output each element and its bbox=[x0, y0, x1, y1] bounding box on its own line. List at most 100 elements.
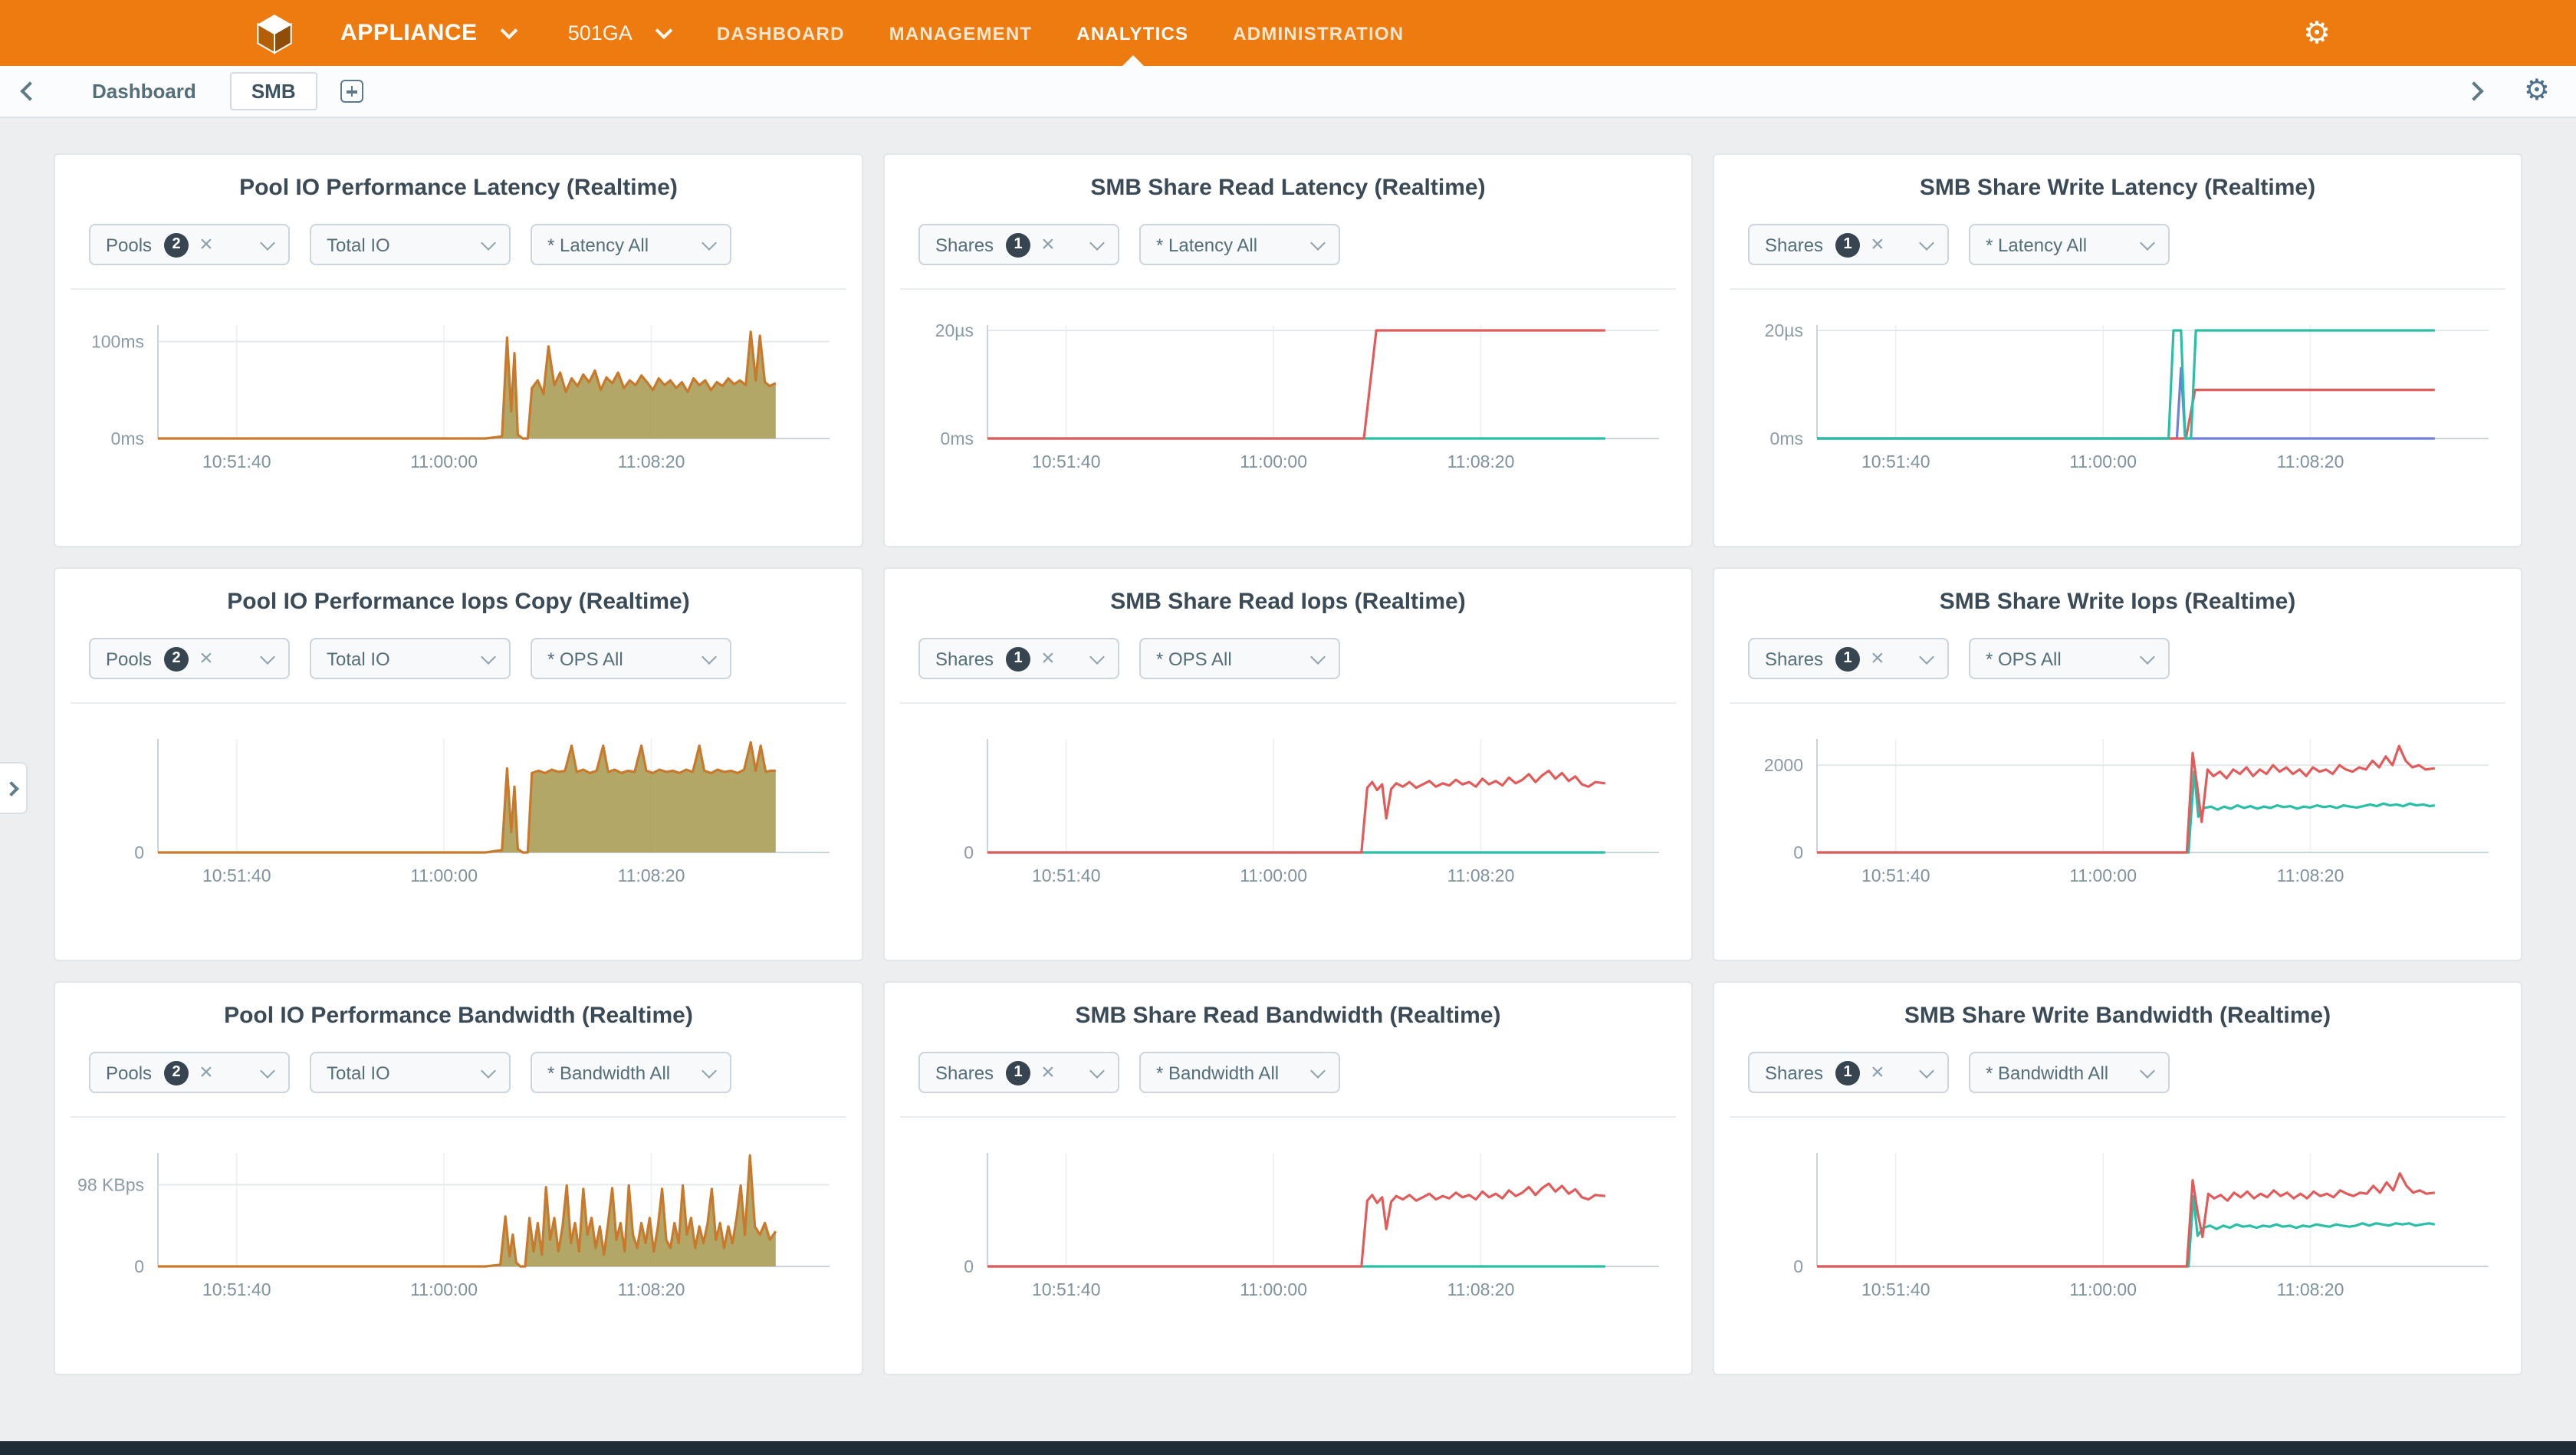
filter-pill[interactable]: * Bandwidth All bbox=[531, 1052, 731, 1093]
card-title: SMB Share Write Latency (Realtime) bbox=[1714, 175, 2521, 201]
nav-item-analytics[interactable]: ANALYTICS bbox=[1076, 0, 1188, 66]
nav-item-management[interactable]: MANAGEMENT bbox=[889, 0, 1033, 66]
axis-label: 11:00:00 bbox=[2069, 865, 2137, 885]
filter-clear-icon[interactable]: × bbox=[1871, 233, 1884, 256]
axis-label: 11:00:00 bbox=[1240, 452, 1307, 471]
tabs-scroll-right-icon[interactable] bbox=[2464, 81, 2483, 100]
app-logo-icon[interactable] bbox=[251, 10, 297, 56]
filter-row: Pools2×Total IO* OPS All bbox=[89, 638, 862, 679]
filter-label: Shares bbox=[1765, 234, 1823, 255]
chevron-down-icon bbox=[656, 21, 673, 39]
filter-pill[interactable]: * OPS All bbox=[1139, 638, 1340, 679]
filter-pill[interactable]: Shares1× bbox=[918, 1052, 1119, 1093]
filter-pill[interactable]: Shares1× bbox=[918, 224, 1119, 265]
axis-label: 11:08:20 bbox=[2277, 865, 2344, 885]
chart-area: 10:51:4011:00:0011:08:2020µs0ms bbox=[899, 310, 1691, 507]
app-window: APPLIANCE 501GA DASHBOARD MANAGEMENT ANA… bbox=[0, 0, 2576, 1455]
filter-clear-icon[interactable]: × bbox=[199, 647, 213, 670]
chevron-down-icon bbox=[1089, 1063, 1105, 1078]
filter-clear-icon[interactable]: × bbox=[199, 233, 213, 256]
chevron-down-icon bbox=[1089, 649, 1105, 664]
axis-label: 10:51:40 bbox=[202, 1279, 271, 1299]
axis-label: 10:51:40 bbox=[1032, 1279, 1101, 1299]
axis-label: 2000 bbox=[1764, 755, 1803, 775]
filter-pill[interactable]: Shares1× bbox=[1748, 1052, 1949, 1093]
filter-clear-icon[interactable]: × bbox=[1871, 1061, 1884, 1084]
axis-label: 20µs bbox=[935, 320, 974, 340]
chart: 10:51:4011:00:0011:08:2020µs0ms bbox=[899, 310, 1677, 500]
tab-bar: Dashboard SMB ⚙ bbox=[0, 66, 2576, 118]
filter-clear-icon[interactable]: × bbox=[1041, 647, 1055, 670]
filter-pill[interactable]: Total IO bbox=[310, 638, 511, 679]
add-tab-icon[interactable] bbox=[340, 80, 363, 103]
axis-label: 0 bbox=[964, 842, 974, 862]
tabs-scroll-left-icon[interactable] bbox=[20, 81, 39, 100]
chart-area: 10:51:4011:00:0011:08:200 bbox=[899, 724, 1691, 921]
filter-pill[interactable]: Shares1× bbox=[1748, 224, 1949, 265]
filter-row: Pools2× Total IO * Latency All bbox=[89, 224, 862, 265]
nav-item-dashboard[interactable]: DASHBOARD bbox=[717, 0, 845, 66]
axis-label: 20µs bbox=[1765, 320, 1803, 340]
chevron-down-icon bbox=[260, 235, 275, 250]
filter-clear-icon[interactable]: × bbox=[1041, 1061, 1055, 1084]
filter-clear-icon[interactable]: × bbox=[1871, 647, 1884, 670]
panel-expander[interactable] bbox=[0, 762, 28, 814]
filter-label: Shares bbox=[935, 1062, 994, 1083]
filter-pill[interactable]: Shares1× bbox=[1748, 638, 1949, 679]
tab-smb[interactable]: SMB bbox=[230, 72, 317, 110]
filter-pill[interactable]: * OPS All bbox=[531, 638, 731, 679]
filter-pill[interactable]: Total IO bbox=[310, 1052, 511, 1093]
filter-pill[interactable]: * OPS All bbox=[1969, 638, 2170, 679]
tab-dashboard[interactable]: Dashboard bbox=[92, 80, 196, 103]
filters-divider bbox=[71, 702, 846, 704]
chart-area: 10:51:4011:00:0011:08:200 bbox=[1728, 1138, 2521, 1335]
axis-label: 11:00:00 bbox=[2069, 452, 2137, 471]
filter-pill[interactable]: * Latency All bbox=[531, 224, 731, 265]
filters-divider bbox=[71, 288, 846, 290]
card-title: SMB Share Read Bandwidth (Realtime) bbox=[885, 1003, 1691, 1029]
appliance-menu[interactable]: APPLIANCE bbox=[340, 20, 516, 46]
filter-pill[interactable]: Total IO bbox=[310, 224, 511, 265]
chart-card: Pool IO Performance Bandwidth (Realtime)… bbox=[54, 981, 863, 1375]
filter-pill[interactable]: Pools2× bbox=[89, 638, 290, 679]
chart: 10:51:4011:00:0011:08:200 bbox=[899, 724, 1677, 914]
filter-clear-icon[interactable]: × bbox=[1041, 233, 1055, 256]
card-title: Pool IO Performance Bandwidth (Realtime) bbox=[55, 1003, 862, 1029]
axis-label: 0ms bbox=[111, 429, 144, 448]
filter-clear-icon[interactable]: × bbox=[199, 1061, 213, 1084]
card-title: SMB Share Read Iops (Realtime) bbox=[885, 589, 1691, 615]
filter-count-badge: 1 bbox=[1835, 1060, 1860, 1085]
status-bar bbox=[0, 1441, 2576, 1455]
filter-label: Pools bbox=[106, 234, 152, 255]
axis-label: 11:08:20 bbox=[1447, 452, 1515, 471]
filter-label: Total IO bbox=[327, 234, 390, 255]
chart-area: 10:51:4011:00:0011:08:2098 KBps0 bbox=[69, 1138, 862, 1335]
filter-label: * Latency All bbox=[1986, 234, 2087, 255]
axis-label: 10:51:40 bbox=[1032, 865, 1101, 885]
card-title: SMB Share Read Latency (Realtime) bbox=[885, 175, 1691, 201]
header-gear-icon[interactable]: ⚙ bbox=[2303, 18, 2331, 48]
filter-pill[interactable]: * Latency All bbox=[1139, 224, 1340, 265]
filter-pill[interactable]: Shares1× bbox=[918, 638, 1119, 679]
tabbar-gear-icon[interactable]: ⚙ bbox=[2524, 77, 2550, 106]
device-menu[interactable]: 501GA bbox=[568, 21, 671, 44]
chevron-right-icon bbox=[3, 780, 18, 796]
axis-label: 0 bbox=[1793, 842, 1803, 862]
axis-label: 11:00:00 bbox=[410, 452, 478, 471]
filter-pill[interactable]: * Bandwidth All bbox=[1139, 1052, 1340, 1093]
axis-label: 11:08:20 bbox=[1447, 865, 1515, 885]
nav-item-administration[interactable]: ADMINISTRATION bbox=[1233, 0, 1404, 66]
filter-label: * Bandwidth All bbox=[1156, 1062, 1279, 1083]
filter-count-badge: 2 bbox=[164, 646, 189, 671]
filter-pill[interactable]: * Bandwidth All bbox=[1969, 1052, 2170, 1093]
filter-pill[interactable]: Pools2× bbox=[89, 224, 290, 265]
axis-label: 0ms bbox=[1770, 429, 1803, 448]
filter-pill[interactable]: * Latency All bbox=[1969, 224, 2170, 265]
chevron-down-icon bbox=[702, 1063, 717, 1078]
chart: 10:51:4011:00:0011:08:200 bbox=[69, 724, 848, 914]
filter-pill[interactable]: Pools2× bbox=[89, 1052, 290, 1093]
filters-divider bbox=[900, 702, 1676, 704]
axis-label: 11:08:20 bbox=[1447, 1279, 1515, 1299]
card-title: Pool IO Performance Iops Copy (Realtime) bbox=[55, 589, 862, 615]
axis-label: 0 bbox=[134, 1256, 144, 1276]
